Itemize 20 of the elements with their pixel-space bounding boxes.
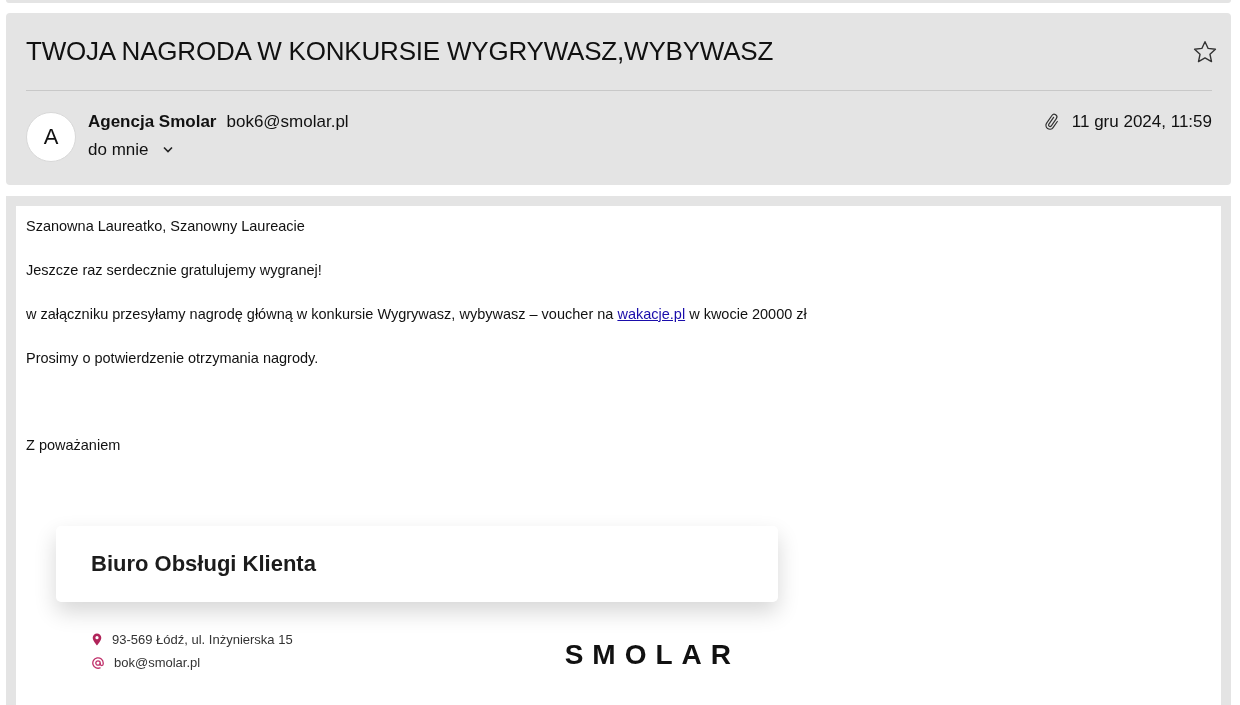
body-paragraph: Szanowna Laureatko, Szanowny Laureacie xyxy=(26,217,306,236)
link[interactable]: wakacje.pl xyxy=(617,306,686,322)
email-subject: TWOJA NAGRODA W KONKURSIE WYGRYWASZ,WYBYWASZ xyxy=(26,36,774,67)
star-icon[interactable] xyxy=(1192,38,1218,65)
sender-name: Agencja Smolar xyxy=(88,112,217,132)
sender-avatar: A xyxy=(26,112,76,162)
signature-address: 93-569 Łódź, ul. Inżynierska 15 xyxy=(112,632,293,647)
signature-title: Biuro Obsługi Klienta xyxy=(91,551,316,577)
body-paragraph: w załączniku przesyłamy nagrodę główną w konkursie Wygrywasz, wybywasz – voucher na wakacje.pl w kwocie 20000 zł xyxy=(26,305,808,324)
at-sign-icon xyxy=(92,656,104,669)
recipient-label: do mnie xyxy=(88,140,149,160)
closing-text: Z poważaniem xyxy=(26,436,122,455)
body-paragraph: Prosimy o potwierdzenie otrzymania nagrody. xyxy=(26,349,320,368)
signature-email: bok@smolar.pl xyxy=(114,655,201,670)
email-date: 11 gru 2024, 11:59 xyxy=(1071,112,1212,132)
sender-email: bok6@smolar.pl xyxy=(226,112,349,132)
location-pin-icon xyxy=(92,633,102,646)
caret-icon[interactable] xyxy=(162,146,175,154)
body-paragraph: Jeszcze raz serdecznie gratulujemy wygranej! xyxy=(26,261,323,280)
company-logo: SMOLAR xyxy=(564,639,740,671)
